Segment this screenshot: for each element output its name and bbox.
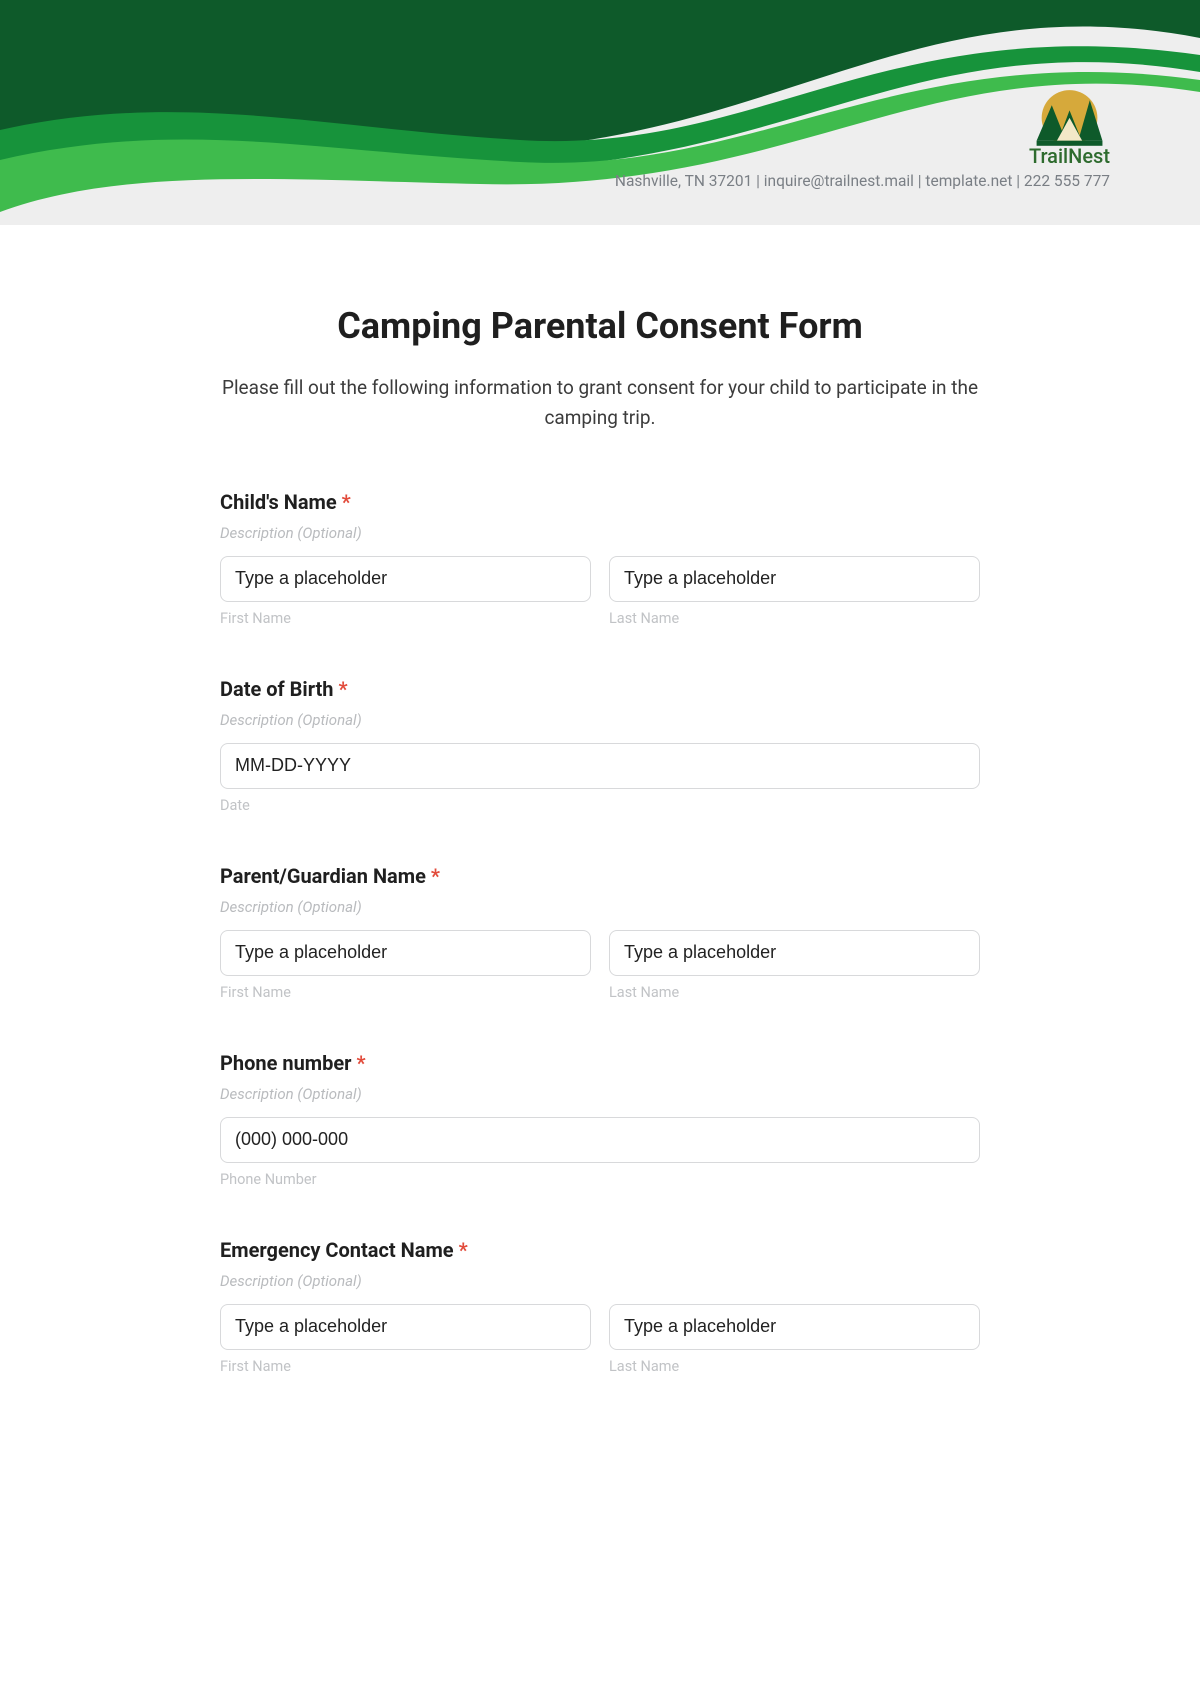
field-label: Parent/Guardian Name * xyxy=(220,864,980,888)
field-child-name: Child's Name * Description (Optional) Fi… xyxy=(220,490,980,627)
field-emergency-name: Emergency Contact Name * Description (Op… xyxy=(220,1238,980,1375)
label-text: Child's Name xyxy=(220,490,337,514)
field-guardian-name: Parent/Guardian Name * Description (Opti… xyxy=(220,864,980,1001)
header-wave-graphic xyxy=(0,0,1200,225)
label-text: Parent/Guardian Name xyxy=(220,864,426,888)
field-phone: Phone number * Description (Optional) Ph… xyxy=(220,1051,980,1188)
field-description: Description (Optional) xyxy=(220,1272,980,1290)
required-asterisk: * xyxy=(342,490,351,514)
field-label: Date of Birth * xyxy=(220,677,980,701)
guardian-last-name-input[interactable] xyxy=(609,930,980,976)
field-label: Phone number * xyxy=(220,1051,980,1075)
field-dob: Date of Birth * Description (Optional) D… xyxy=(220,677,980,814)
label-text: Phone number xyxy=(220,1051,351,1075)
sublabel-last-name: Last Name xyxy=(609,984,980,1001)
field-description: Description (Optional) xyxy=(220,711,980,729)
required-asterisk: * xyxy=(459,1238,468,1262)
emergency-first-name-input[interactable] xyxy=(220,1304,591,1350)
field-label: Emergency Contact Name * xyxy=(220,1238,980,1262)
form-container: Camping Parental Consent Form Please fil… xyxy=(180,225,1020,1465)
field-description: Description (Optional) xyxy=(220,898,980,916)
sublabel-date: Date xyxy=(220,797,980,814)
brand-logo-icon xyxy=(1037,78,1101,142)
field-label: Child's Name * xyxy=(220,490,980,514)
sublabel-phone: Phone Number xyxy=(220,1171,980,1188)
child-last-name-input[interactable] xyxy=(609,556,980,602)
brand-block: TrailNest xyxy=(1029,78,1110,168)
required-asterisk: * xyxy=(431,864,440,888)
sublabel-last-name: Last Name xyxy=(609,610,980,627)
sublabel-first-name: First Name xyxy=(220,1358,591,1375)
required-asterisk: * xyxy=(338,677,347,701)
phone-input[interactable] xyxy=(220,1117,980,1163)
dob-input[interactable] xyxy=(220,743,980,789)
sublabel-first-name: First Name xyxy=(220,984,591,1001)
form-title: Camping Parental Consent Form xyxy=(220,305,980,347)
field-description: Description (Optional) xyxy=(220,1085,980,1103)
guardian-first-name-input[interactable] xyxy=(220,930,591,976)
required-asterisk: * xyxy=(356,1051,365,1075)
emergency-last-name-input[interactable] xyxy=(609,1304,980,1350)
sublabel-last-name: Last Name xyxy=(609,1358,980,1375)
label-text: Date of Birth xyxy=(220,677,334,701)
field-description: Description (Optional) xyxy=(220,524,980,542)
brand-contact-line: Nashville, TN 37201 | inquire@trailnest.… xyxy=(615,172,1110,190)
child-first-name-input[interactable] xyxy=(220,556,591,602)
label-text: Emergency Contact Name xyxy=(220,1238,454,1262)
header-band: TrailNest Nashville, TN 37201 | inquire@… xyxy=(0,0,1200,225)
sublabel-first-name: First Name xyxy=(220,610,591,627)
form-intro: Please fill out the following informatio… xyxy=(220,373,980,434)
